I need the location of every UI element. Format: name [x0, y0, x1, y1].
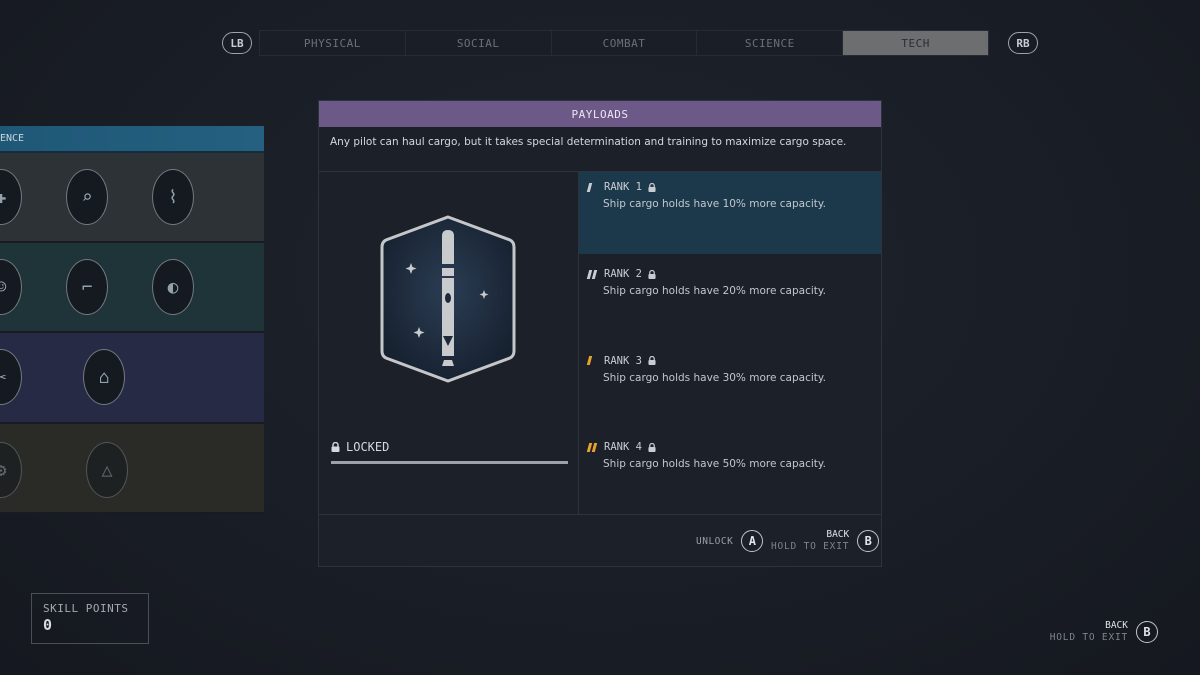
tab-combat[interactable]: COMBAT	[552, 31, 698, 55]
rank-mark-icon	[586, 356, 598, 365]
rank-item[interactable]: RANK 4 Ship cargo holds have 50% more ca…	[579, 427, 881, 514]
spacesuit-design-icon[interactable]: ☺	[0, 259, 22, 315]
skill-tier-2: ☺ ⌐ ◐	[0, 243, 264, 333]
weapon-engineering-icon[interactable]: ⌐	[66, 259, 108, 315]
rank-mark-icon	[586, 269, 598, 279]
back-button[interactable]: BACK HOLD TO EXIT B	[771, 529, 880, 553]
surgery-icon[interactable]: ✂	[0, 349, 22, 405]
tab-tech[interactable]: TECH	[843, 31, 988, 55]
badge-column: LOCKED	[319, 172, 579, 514]
tab-social[interactable]: SOCIAL	[406, 31, 552, 55]
skill-points-label: SKILL POINTS	[43, 602, 129, 615]
rank-tick	[586, 182, 593, 192]
lock-status: LOCKED	[331, 440, 389, 454]
b-button-icon: B	[1136, 621, 1158, 643]
skill-tier-4: ⚙ △	[0, 424, 264, 514]
tree-header-label: ENCE	[0, 133, 25, 144]
rank-item[interactable]: RANK 3 Ship cargo holds have 30% more ca…	[579, 341, 881, 428]
global-back-button[interactable]: BACK HOLD TO EXIT B	[1050, 620, 1158, 644]
scanner-icon[interactable]: ⌇	[152, 169, 194, 225]
skill-tier-1: ✚ ⌕ ⌇	[0, 153, 264, 243]
rank-tick	[591, 269, 598, 279]
unlock-label: UNLOCK	[696, 535, 734, 547]
tab-physical[interactable]: PHYSICAL	[260, 31, 406, 55]
compass-icon[interactable]: △	[86, 442, 128, 498]
medicine-icon[interactable]: ✚	[0, 169, 22, 225]
lock-status-label: LOCKED	[346, 440, 390, 454]
rank-label: RANK 3	[604, 354, 642, 367]
lock-icon	[648, 269, 656, 279]
skill-description: Any pilot can haul cargo, but it takes s…	[319, 127, 881, 172]
rank-description: Ship cargo holds have 50% more capacity.	[603, 458, 826, 470]
rank-description: Ship cargo holds have 10% more capacity.	[603, 198, 826, 210]
skill-tree: ENCE ✚ ⌕ ⌇ ☺ ⌐ ◐ ✂ ⌂ ⚙ △	[0, 126, 264, 516]
rank-mark-icon	[586, 182, 598, 192]
global-hold-to-exit-label: HOLD TO EXIT	[1049, 632, 1128, 643]
b-button-icon: B	[857, 530, 880, 552]
rank-item[interactable]: RANK 2 Ship cargo holds have 20% more ca…	[579, 254, 881, 341]
tab-science[interactable]: SCIENCE	[697, 31, 844, 55]
a-button-icon: A	[741, 530, 764, 552]
rank-tick	[591, 442, 598, 452]
rank-list: RANK 1 Ship cargo holds have 10% more ca…	[579, 172, 881, 514]
skill-points-box: SKILL POINTS 0	[31, 593, 149, 644]
global-back-label: BACK	[1105, 620, 1128, 631]
rocket-icon	[380, 215, 516, 383]
gear-icon[interactable]: ⚙	[0, 442, 22, 498]
rb-button[interactable]: RB	[1008, 32, 1038, 54]
tree-header: ENCE	[0, 126, 264, 153]
lock-icon	[648, 356, 656, 365]
rank-tick	[586, 356, 593, 365]
skill-detail-panel: PAYLOADS Any pilot can haul cargo, but i…	[318, 100, 882, 567]
rank-description: Ship cargo holds have 30% more capacity.	[603, 371, 826, 384]
research-icon[interactable]: ⌕	[66, 169, 108, 225]
rank-item[interactable]: RANK 1 Ship cargo holds have 10% more ca…	[579, 172, 881, 254]
lock-icon	[648, 182, 656, 192]
category-tabs: PHYSICAL SOCIAL COMBAT SCIENCE TECH	[259, 30, 989, 56]
skill-title: PAYLOADS	[319, 101, 881, 127]
lock-icon	[331, 442, 340, 452]
rank-label: RANK 2	[604, 268, 642, 280]
lock-icon	[648, 442, 656, 452]
rank-label: RANK 4	[604, 441, 642, 453]
skill-points-value: 0	[43, 616, 53, 634]
panel-footer: UNLOCK A BACK HOLD TO EXIT B	[319, 515, 881, 567]
unlock-progress-bar	[331, 461, 568, 464]
back-label: BACK	[826, 529, 850, 540]
lb-button[interactable]: LB	[222, 32, 252, 54]
rank-description: Ship cargo holds have 20% more capacity.	[603, 285, 826, 297]
rank-label: RANK 1	[604, 181, 642, 193]
zoology-icon[interactable]: ◐	[152, 259, 194, 315]
skill-tier-3: ✂ ⌂	[0, 333, 264, 424]
rank-mark-icon	[586, 442, 598, 452]
unlock-button[interactable]: UNLOCK A	[696, 530, 764, 552]
hold-to-exit-label: HOLD TO EXIT	[771, 541, 850, 552]
outpost-icon[interactable]: ⌂	[83, 349, 125, 405]
